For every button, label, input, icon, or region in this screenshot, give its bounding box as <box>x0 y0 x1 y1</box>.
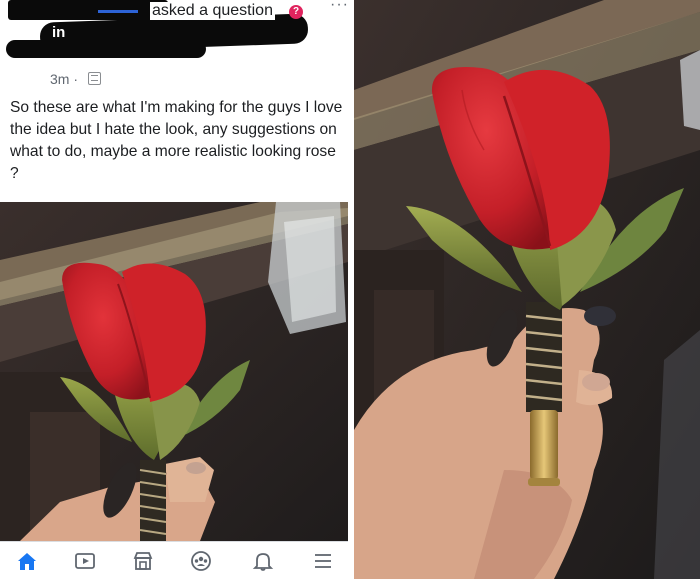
redacted-group-scribble-2 <box>6 40 206 58</box>
redacted-name-link <box>98 10 138 13</box>
facebook-post-screenshot: asked a question ? in ··· 3m · So these … <box>0 0 348 579</box>
question-badge-icon: ? <box>289 5 303 19</box>
redacted-name-bar <box>8 0 168 20</box>
notifications-icon[interactable] <box>252 550 274 572</box>
post-timestamp[interactable]: 3m · <box>50 71 78 87</box>
in-group-label: in <box>52 24 66 41</box>
bottom-navigation-bar <box>0 541 348 579</box>
groups-icon[interactable] <box>190 550 212 572</box>
group-privacy-icon <box>88 72 101 85</box>
asked-question-label: asked a question <box>150 2 275 20</box>
rose-boutonniere-image <box>0 202 348 541</box>
post-header: asked a question ? in ··· 3m · <box>0 0 348 90</box>
menu-icon[interactable] <box>312 550 334 572</box>
hand-holding-rose-image <box>354 0 700 579</box>
post-photo[interactable] <box>0 202 348 541</box>
more-options-icon[interactable]: ··· <box>330 0 348 14</box>
marketplace-icon[interactable] <box>132 550 154 572</box>
video-icon[interactable] <box>74 550 96 572</box>
second-photo <box>354 0 700 579</box>
home-icon[interactable] <box>16 550 38 572</box>
post-body-text: So these are what I'm making for the guy… <box>10 99 343 182</box>
